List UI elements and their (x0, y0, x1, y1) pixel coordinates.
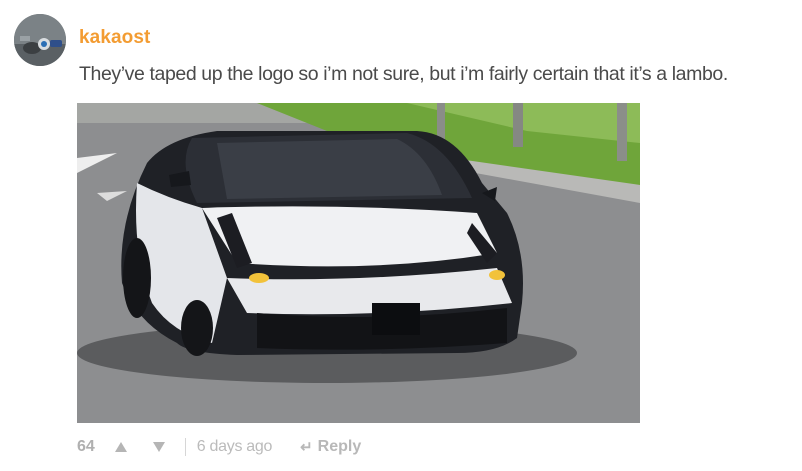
upvote-arrow-icon[interactable] (114, 442, 127, 452)
reply-button[interactable]: ↵ Reply (300, 438, 361, 456)
comment-timestamp[interactable]: 6 days ago (197, 438, 273, 456)
comment-actions: 64 6 days ago ↵ Reply (77, 436, 361, 458)
vote-count: 64 (77, 438, 95, 455)
avatar[interactable] (14, 14, 66, 66)
comment-body: They’ve taped up the logo so i’m not sur… (79, 63, 728, 85)
reply-label: Reply (317, 438, 362, 455)
camouflaged-car-photo (77, 103, 640, 423)
comment-image[interactable] (77, 103, 640, 423)
divider (184, 438, 186, 456)
user-avatar-icon (14, 14, 66, 66)
comment-username[interactable]: kakaost (79, 27, 150, 49)
reply-arrow-icon: ↵ (300, 439, 313, 456)
downvote-arrow-icon[interactable] (152, 442, 165, 452)
